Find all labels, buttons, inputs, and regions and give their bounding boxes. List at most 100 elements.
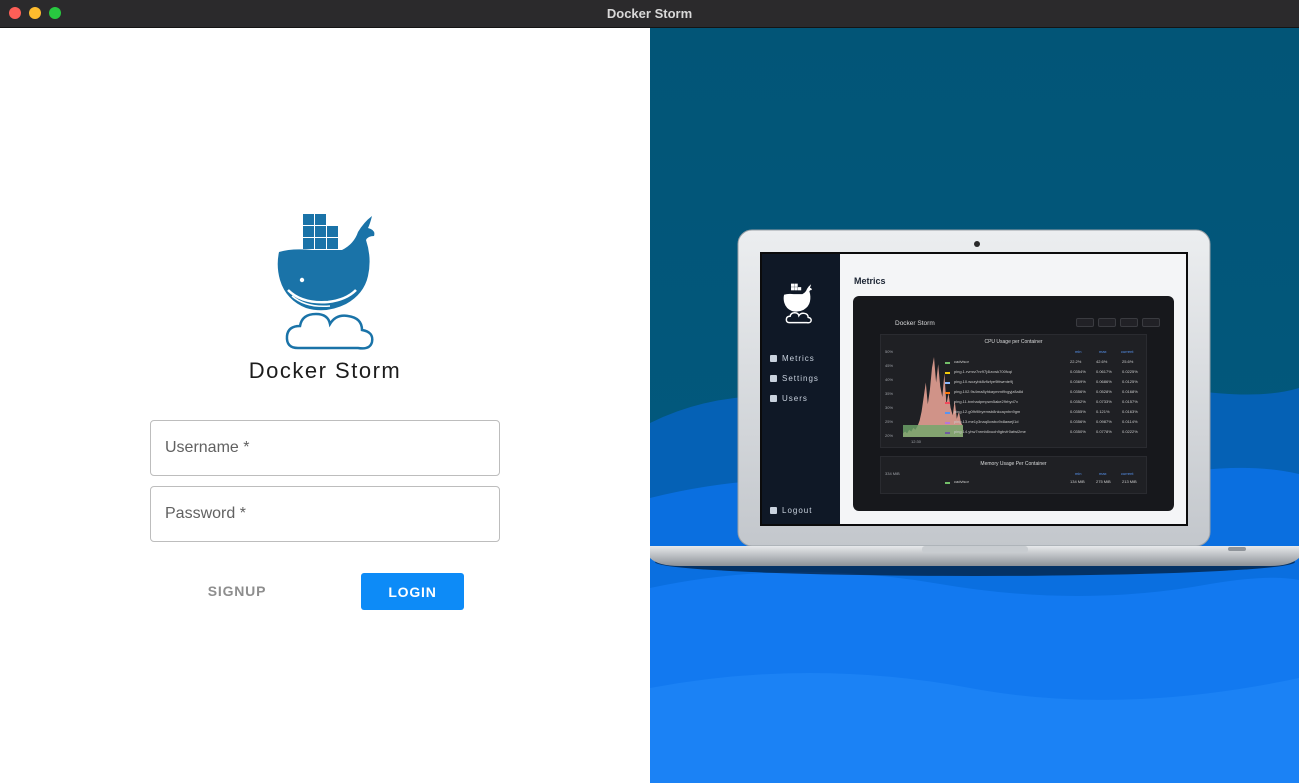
preview-nav-label: Settings — [782, 374, 819, 383]
preview-nav-settings: Settings — [770, 374, 819, 383]
legend-row: ping.14.yhw7nrmb8xuoh9gbvfr0afwl2me 0.035… — [945, 429, 1145, 437]
cpu-usage-panel: CPU Usage per Container 50% 45% 40% 35% 30% 2… — [880, 334, 1147, 448]
mem-yaxis-label: 334 MiB — [885, 471, 900, 476]
legend-swatch — [945, 362, 950, 364]
mem-panel-title: Memory Usage Per Container — [980, 461, 1047, 467]
legend-row: cadvisor 134 MiB 275 MiB 213 MiB — [945, 479, 1145, 487]
preview-nav-users: Users — [770, 394, 808, 403]
legend-name: ping.13.me1y3naq0cwbo9x8awejl1d — [954, 419, 1019, 424]
legend-name: cadvisor — [954, 479, 969, 484]
legend-current: 0.0222% — [1122, 429, 1138, 434]
username-field[interactable] — [150, 420, 500, 476]
yaxis-tick: 30% — [885, 405, 894, 410]
legend-header-min: min — [1075, 349, 1082, 354]
legend-max: 0.0987% — [1096, 419, 1112, 424]
login-panel: Docker Storm SIGNUP LOGIN — [0, 28, 650, 783]
logout-icon — [770, 507, 777, 514]
window-titlebar: Docker Storm — [0, 0, 1299, 28]
legend-name: ping.14.yhw7nrmb8xuoh9gbvfr0afwl2me — [954, 429, 1026, 434]
preview-sidebar: Metrics Settings Users Logout — [762, 254, 840, 524]
time-picker-icon — [1076, 318, 1094, 327]
legend-row: ping.13.me1y3naq0cwbo9x8awejl1d 0.0356% 0.… — [945, 419, 1145, 427]
bar-chart-icon — [770, 355, 777, 362]
legend-min: 134 MiB — [1070, 479, 1085, 484]
username-input[interactable] — [151, 421, 499, 475]
docker-whale-mini-icon — [783, 283, 812, 324]
legend-min: 22.2% — [1070, 359, 1082, 364]
tv-mode-icon — [1142, 318, 1160, 327]
legend-min: 0.0356% — [1070, 419, 1086, 424]
legend-row: ping.102.9s4ma8yhkaymmt9vgyjz8a8d 0.0356%… — [945, 389, 1145, 397]
legend-swatch — [945, 432, 950, 434]
yaxis-tick: 35% — [885, 391, 894, 396]
legend-current: 0.0168% — [1122, 389, 1138, 394]
legend-name: ping.1.rvmrz7nr97j4lzcwk700fcqi — [954, 369, 1013, 374]
legend-current: 213 MiB — [1122, 479, 1137, 484]
password-input[interactable] — [151, 487, 499, 541]
zoom-out-icon — [1098, 318, 1116, 327]
legend-row: ping.12.g0fh9lhyemsb8nkcaynhn9gm 0.0355% 0… — [945, 409, 1145, 417]
legend-name: ping.11.tvnhadpmpwn5ake29rhyd7x — [954, 399, 1018, 404]
refresh-icon — [1120, 318, 1138, 327]
preview-dashboard-title: Docker Storm — [895, 320, 935, 327]
mem-legend-header-min: min — [1075, 471, 1082, 476]
legend-swatch — [945, 402, 950, 404]
preview-dashboard-toolbar — [1076, 318, 1160, 327]
legend-name: cadvisor — [954, 359, 969, 364]
legend-current: 0.0125% — [1122, 379, 1138, 384]
legend-name: ping.12.g0fh9lhyemsb8nkcaynhn9gm — [954, 409, 1021, 414]
legend-min: 0.0369% — [1070, 379, 1086, 384]
app-preview-screen: Metrics Settings Users Logout Metrics Do… — [762, 254, 1186, 524]
yaxis-tick: 20% — [885, 433, 894, 438]
legend-header-current: current — [1121, 349, 1134, 354]
legend-min: 0.0350% — [1070, 429, 1086, 434]
legend-swatch — [945, 392, 950, 394]
password-field[interactable] — [150, 486, 500, 542]
signup-button[interactable]: SIGNUP — [180, 574, 294, 608]
mem-legend-header-current: current — [1121, 471, 1134, 476]
legend-header-max: max — [1099, 349, 1107, 354]
legend-current: 0.0163% — [1122, 409, 1138, 414]
login-button[interactable]: LOGIN — [361, 573, 464, 610]
legend-row: cadvisor 22.2% 42.6% 25.6% — [945, 359, 1145, 367]
preview-dashboard: Docker Storm CPU Usage per Container 50%… — [853, 296, 1174, 511]
legend-max: 0.0733% — [1096, 399, 1112, 404]
legend-current: 0.0225% — [1122, 369, 1138, 374]
legend-swatch — [945, 372, 950, 374]
legend-max: 0.121% — [1096, 409, 1110, 414]
preview-nav-logout: Logout — [770, 506, 812, 515]
yaxis-tick: 50% — [885, 349, 894, 354]
yaxis-tick: 45% — [885, 363, 894, 368]
legend-max: 42.6% — [1096, 359, 1108, 364]
legend-current: 0.0114% — [1122, 419, 1138, 424]
preview-page-title: Metrics — [854, 276, 886, 286]
users-icon — [770, 395, 777, 402]
legend-swatch — [945, 422, 950, 424]
legend-min: 0.0352% — [1070, 399, 1086, 404]
legend-min: 0.0355% — [1070, 409, 1086, 414]
legend-current: 25.6% — [1122, 359, 1134, 364]
legend-max: 0.0617% — [1096, 369, 1112, 374]
promo-panel: Metrics Settings Users Logout Metrics Do… — [650, 28, 1299, 783]
legend-max: 0.0778% — [1096, 429, 1112, 434]
yaxis-tick: 40% — [885, 377, 894, 382]
legend-name: ping.102.9s4ma8yhkaymmt9vgyjz8a8d — [954, 389, 1024, 394]
legend-max: 275 MiB — [1096, 479, 1111, 484]
legend-min: 0.0354% — [1070, 369, 1086, 374]
preview-nav-label: Logout — [782, 506, 813, 515]
yaxis-tick: 25% — [885, 419, 894, 424]
legend-row: ping.11.tvnhadpmpwn5ake29rhyd7x 0.0352% 0.… — [945, 399, 1145, 407]
legend-max: 0.0686% — [1096, 379, 1112, 384]
memory-usage-panel: Memory Usage Per Container 334 MiB min m… — [880, 456, 1147, 494]
legend-row: ping.10.wozybk8vfizfye9lttwmte9j 0.0369% 0… — [945, 379, 1145, 387]
preview-nav-label: Metrics — [782, 354, 815, 363]
docker-whale-logo-icon — [277, 214, 375, 350]
cpu-panel-title: CPU Usage per Container — [984, 339, 1043, 345]
legend-swatch — [945, 412, 950, 414]
mem-legend-header-max: max — [1099, 471, 1107, 476]
preview-nav-label: Users — [782, 394, 808, 403]
legend-max: 0.0528% — [1096, 389, 1112, 394]
legend-swatch — [945, 382, 950, 384]
window-title: Docker Storm — [606, 6, 693, 21]
legend-row: ping.1.rvmrz7nr97j4lzcwk700fcqi 0.0354% 0.… — [945, 369, 1145, 377]
